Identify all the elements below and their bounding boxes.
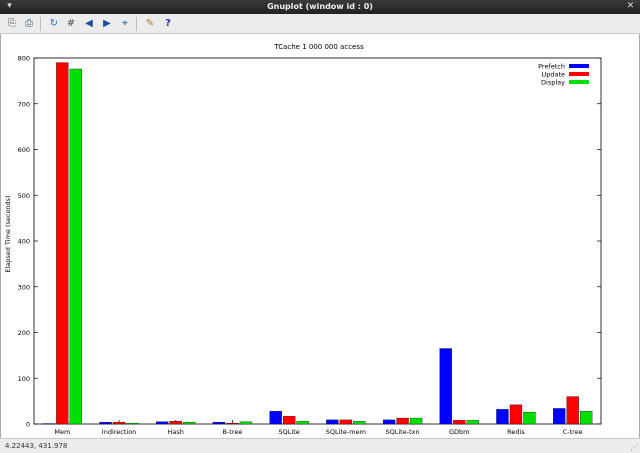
- window-title: Gnuplot (window id : 0): [267, 2, 373, 11]
- y-tick-label: 500: [18, 192, 30, 200]
- y-tick-label: 300: [18, 283, 30, 291]
- bar-display-sqlite-txn: [409, 417, 423, 425]
- y-ticks: 0 100 200 300 400 500 600 700 800: [18, 55, 601, 429]
- bar-update-gdbm: [453, 420, 466, 425]
- legend-label-update: Update: [541, 71, 565, 79]
- toolbar-separator: [40, 17, 41, 31]
- bar-display-hash: [183, 422, 196, 425]
- y-tick-label: 0: [26, 421, 30, 429]
- bar-display-indirection: [126, 422, 139, 425]
- x-tick-label: B-tree: [223, 428, 243, 436]
- legend-swatch-display: [569, 80, 589, 84]
- bar-prefetch-c-tree: [553, 408, 566, 425]
- bar-prefetch-mem: [42, 423, 55, 425]
- bar-update-b-tree: [226, 422, 239, 425]
- window-titlebar: ▾ Gnuplot (window id : 0) ✕: [0, 0, 640, 14]
- bar-prefetch-sqlite: [269, 411, 282, 425]
- resize-grip-icon[interactable]: ⋰: [630, 443, 638, 452]
- x-tick-label: Mem: [54, 428, 70, 436]
- legend-swatch-prefetch: [569, 64, 589, 68]
- chart-title: TCache 1 000 000 access: [273, 43, 364, 51]
- bar-update-redis: [509, 404, 523, 425]
- bar-display-gdbm: [466, 420, 479, 425]
- bar-update-sqlite-mem: [339, 419, 353, 425]
- bar-chart: TCache 1 000 000 access Elapsed Time (se…: [4, 43, 602, 436]
- copy-clipboard-icon[interactable]: ⎘: [5, 17, 19, 31]
- bar-update-c-tree: [566, 396, 579, 425]
- bar-prefetch-redis: [496, 409, 509, 425]
- bars: [42, 62, 593, 425]
- legend-swatch-update: [569, 72, 589, 76]
- bar-prefetch-sqlite-txn: [382, 419, 396, 425]
- plot-border: [33, 57, 602, 425]
- bar-update-mem: [56, 62, 69, 425]
- zoom-previous-icon[interactable]: ◀: [82, 17, 96, 31]
- print-icon[interactable]: ⎙: [22, 17, 36, 31]
- bar-update-indirection: [112, 422, 126, 425]
- bar-display-b-tree: [239, 421, 253, 425]
- bar-display-c-tree: [580, 411, 593, 425]
- bar-prefetch-b-tree: [212, 422, 226, 425]
- y-tick-label: 100: [18, 375, 30, 383]
- x-tick-label: SQLite: [279, 428, 300, 436]
- toolbar-separator: [136, 17, 137, 31]
- legend: PrefetchUpdateDisplay: [538, 63, 589, 87]
- x-tick-label: SQLite-mem: [326, 428, 366, 436]
- help-icon[interactable]: ?: [161, 17, 175, 31]
- bar-update-sqlite-txn: [396, 417, 409, 425]
- cursor-coordinates: 4.22443, 431.978: [5, 442, 68, 450]
- replot-icon[interactable]: ↻: [47, 17, 61, 31]
- y-tick-label: 800: [18, 55, 30, 63]
- bar-display-sqlite-mem: [353, 421, 366, 425]
- bar-prefetch-indirection: [99, 422, 112, 425]
- plot-area[interactable]: TCache 1 000 000 access Elapsed Time (se…: [0, 34, 640, 438]
- x-tick-label: Hash: [168, 428, 184, 436]
- bar-update-sqlite: [282, 416, 296, 425]
- status-bar: 4.22443, 431.978 ⋰: [0, 438, 640, 453]
- x-tick-label: C-tree: [563, 428, 583, 436]
- y-tick-label: 700: [18, 100, 30, 108]
- grid-icon[interactable]: #: [64, 17, 78, 31]
- bar-display-sqlite: [296, 421, 309, 425]
- x-tick-label: SQLite-txn: [386, 428, 420, 436]
- x-tick-label: GDbm: [449, 428, 470, 436]
- bar-prefetch-gdbm: [439, 348, 452, 425]
- x-tick-label: Indirection: [102, 428, 137, 436]
- y-tick-label: 400: [18, 238, 30, 246]
- bar-update-hash: [169, 421, 182, 425]
- legend-label-prefetch: Prefetch: [538, 63, 565, 71]
- y-tick-label: 200: [18, 329, 30, 337]
- bar-prefetch-hash: [156, 421, 169, 425]
- y-axis-label: Elapsed Time (seconds): [4, 195, 12, 272]
- y-tick-label: 600: [18, 146, 30, 154]
- options-icon[interactable]: ✎: [143, 17, 157, 31]
- bar-prefetch-sqlite-mem: [326, 419, 339, 425]
- toolbar: ⎘ ⎙ ↻ # ◀ ▶ ⌖ ✎ ?: [0, 14, 640, 34]
- zoom-next-icon[interactable]: ▶: [100, 17, 114, 31]
- bar-display-mem: [69, 68, 82, 425]
- bar-display-redis: [523, 411, 536, 425]
- autoscale-icon[interactable]: ⌖: [118, 17, 132, 31]
- legend-label-display: Display: [541, 79, 565, 87]
- x-tick-label: Redis: [507, 428, 525, 436]
- close-icon[interactable]: ✕: [625, 1, 636, 12]
